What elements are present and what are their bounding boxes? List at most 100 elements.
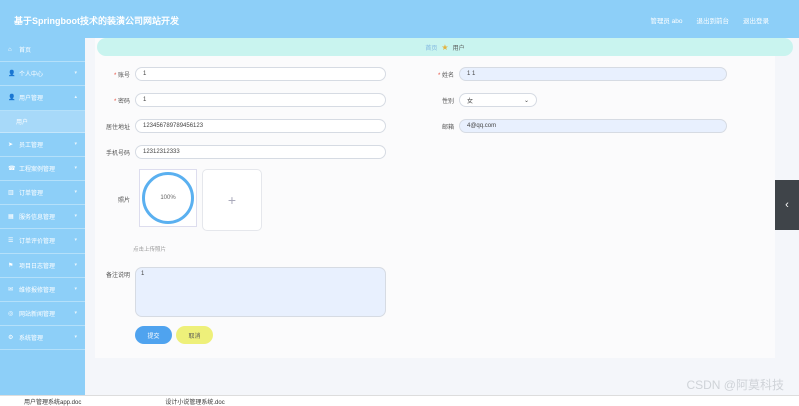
chevron-down-icon: ▾ <box>74 334 77 341</box>
breadcrumb-current: 用户 <box>452 45 465 52</box>
logout-link[interactable]: 退出登录 <box>743 15 769 25</box>
watermark: CSDN @阿莫科技 <box>686 378 784 392</box>
cancel-button[interactable]: 取消 <box>176 326 213 344</box>
sidebar-item-services[interactable]: ▦ 服务信息管理 ▾ <box>0 205 85 230</box>
app-title: 基于Springboot技术的装潢公司网站开发 <box>14 16 179 26</box>
star-icon: ★ <box>441 42 449 52</box>
sidebar-item-user-management[interactable]: 👤 用户管理 ▴ <box>0 86 85 111</box>
sidebar-item-label: 工程案例管理 <box>19 166 56 173</box>
grid-icon: ▦ <box>8 214 14 221</box>
chevron-down-icon: ▾ <box>74 261 77 268</box>
chevron-down-icon: ▾ <box>74 188 77 195</box>
name-label: * 姓名 <box>437 72 454 79</box>
photo-row: 照片 <box>95 195 135 204</box>
admin-user-link[interactable]: 管理员 abo <box>650 15 682 25</box>
gender-label: 性别 <box>441 98 454 105</box>
phone-icon: ☎ <box>8 165 16 172</box>
taskbar-item[interactable]: 设计小说管理系统.doc <box>165 397 224 406</box>
chevron-down-icon: ▾ <box>74 285 77 292</box>
home-icon: ⌂ <box>8 46 12 53</box>
chevron-down-icon: ▾ <box>74 70 77 77</box>
flag-icon: ⚑ <box>8 262 14 269</box>
name-row: * 姓名 1 1 <box>419 67 727 81</box>
sidebar-item-label: 用户管理 <box>19 96 44 103</box>
user-icon: 👤 <box>8 95 16 102</box>
photo-label: 照片 <box>117 198 130 204</box>
sidebar-item-label: 个人中心 <box>19 72 44 79</box>
submit-button[interactable]: 提交 <box>135 326 172 344</box>
main-content: 首页 ★ 用户 * 账号 1 * 姓名 1 1 * 密码 1 性别 女 ⌄ 居住… <box>95 38 793 358</box>
gender-value: 女 <box>467 98 474 105</box>
chevron-down-icon: ▾ <box>74 213 77 220</box>
send-icon: ➤ <box>8 141 14 148</box>
upload-progress-text: 100% <box>160 195 176 201</box>
email-label: 邮箱 <box>441 124 454 131</box>
upload-progress-ring: 100% <box>142 172 194 224</box>
account-label: * 账号 <box>113 72 130 79</box>
upload-hint: 点击上传照片 <box>133 247 167 253</box>
phone-field[interactable]: 12312312333 <box>135 145 386 159</box>
chevron-up-icon: ▴ <box>74 94 77 101</box>
password-label: * 密码 <box>113 98 130 105</box>
email-row: 邮箱 4@qq.com <box>419 119 727 133</box>
sidebar-item-label: 系统管理 <box>19 336 44 343</box>
circle-icon: ◎ <box>8 310 14 317</box>
address-row: 居住地址 12345678978945612​3 <box>95 119 386 133</box>
password-field[interactable]: 1 <box>135 93 386 107</box>
chart-icon: ▥ <box>8 190 14 197</box>
taskbar: 用户管理系统app.doc 设计小说管理系统.doc <box>0 395 799 406</box>
sidebar-item-staff[interactable]: ➤ 员工管理 ▾ <box>0 133 85 157</box>
sidebar-item-reviews[interactable]: ☰ 订单评价管理 ▾ <box>0 229 85 254</box>
sidebar-item-repairs[interactable]: ✉ 维修报修管理 ▾ <box>0 278 85 302</box>
phone-row: 手机号码 12312312333 <box>95 145 386 159</box>
sidebar-item-label: 项目日志管理 <box>19 263 56 270</box>
chevron-down-icon: ▾ <box>74 309 77 316</box>
sidebar-subitem-user[interactable]: 用户 <box>0 110 85 133</box>
sidebar-item-profile[interactable]: 👤 个人中心 ▾ <box>0 62 85 87</box>
chevron-down-icon: ⌄ <box>523 97 529 104</box>
sidebar-item-label: 服务信息管理 <box>19 215 56 222</box>
breadcrumb-home[interactable]: 首页 <box>425 43 437 52</box>
chevron-down-icon: ▾ <box>74 140 77 147</box>
sidebar-item-news[interactable]: ◎ 网站新闻管理 ▾ <box>0 302 85 327</box>
uploaded-photo[interactable]: 100% <box>139 169 197 227</box>
sidebar: ⌂ 首页 👤 个人中心 ▾ 👤 用户管理 ▴ 用户 ➤ 员工管理 ▾ ☎ 工程案… <box>0 38 85 395</box>
gender-row: 性别 女 ⌄ <box>419 93 537 107</box>
account-row: * 账号 1 <box>95 67 386 81</box>
front-end-link[interactable]: 退出到前台 <box>697 15 730 25</box>
sidebar-item-label: 订单管理 <box>19 191 44 198</box>
upload-button[interactable]: + <box>202 169 262 231</box>
sidebar-item-label: 员工管理 <box>19 142 44 149</box>
sidebar-item-cases[interactable]: ☎ 工程案例管理 ▾ <box>0 157 85 181</box>
list-icon: ☰ <box>8 238 14 245</box>
sidebar-item-label: 订单评价管理 <box>19 239 56 246</box>
breadcrumb: 首页 ★ 用户 <box>97 38 793 56</box>
top-bar: 基于Springboot技术的装潢公司网站开发 管理员 abo 退出到前台 退出… <box>0 0 799 38</box>
sidebar-item-label: 首页 <box>19 48 32 55</box>
remark-textarea[interactable]: 1 <box>135 267 386 317</box>
password-row: * 密码 1 <box>95 93 386 107</box>
chat-icon: ✉ <box>8 286 14 293</box>
account-field[interactable]: 1 <box>135 67 386 81</box>
top-links: 管理员 abo 退出到前台 退出登录 <box>650 15 769 25</box>
chevron-left-icon: ‹ <box>785 199 789 211</box>
name-field[interactable]: 1 1 <box>459 67 727 81</box>
remark-row: 备注说明 <box>95 270 135 279</box>
taskbar-item[interactable]: 用户管理系统app.doc <box>24 397 81 406</box>
sidebar-item-system[interactable]: ⚙ 系统管理 ▾ <box>0 326 85 351</box>
remark-label: 备注说明 <box>105 273 130 279</box>
phone-label: 手机号码 <box>105 150 130 157</box>
address-field[interactable]: 12345678978945612​3 <box>135 119 386 133</box>
email-field[interactable]: 4@qq.com <box>459 119 727 133</box>
chevron-down-icon: ▾ <box>74 237 77 244</box>
sidebar-item-logs[interactable]: ⚑ 项目日志管理 ▾ <box>0 254 85 278</box>
plus-icon: + <box>227 192 237 208</box>
sidebar-item-home[interactable]: ⌂ 首页 <box>0 38 85 63</box>
gender-select[interactable]: 女 ⌄ <box>459 93 537 107</box>
address-label: 居住地址 <box>105 124 130 131</box>
sidebar-item-orders[interactable]: ▥ 订单管理 ▾ <box>0 181 85 206</box>
sidebar-item-label: 维修报修管理 <box>19 287 56 294</box>
gear-icon: ⚙ <box>8 335 14 342</box>
sidebar-item-label: 网站新闻管理 <box>19 311 56 318</box>
collapse-panel-button[interactable]: ‹ <box>775 180 799 230</box>
